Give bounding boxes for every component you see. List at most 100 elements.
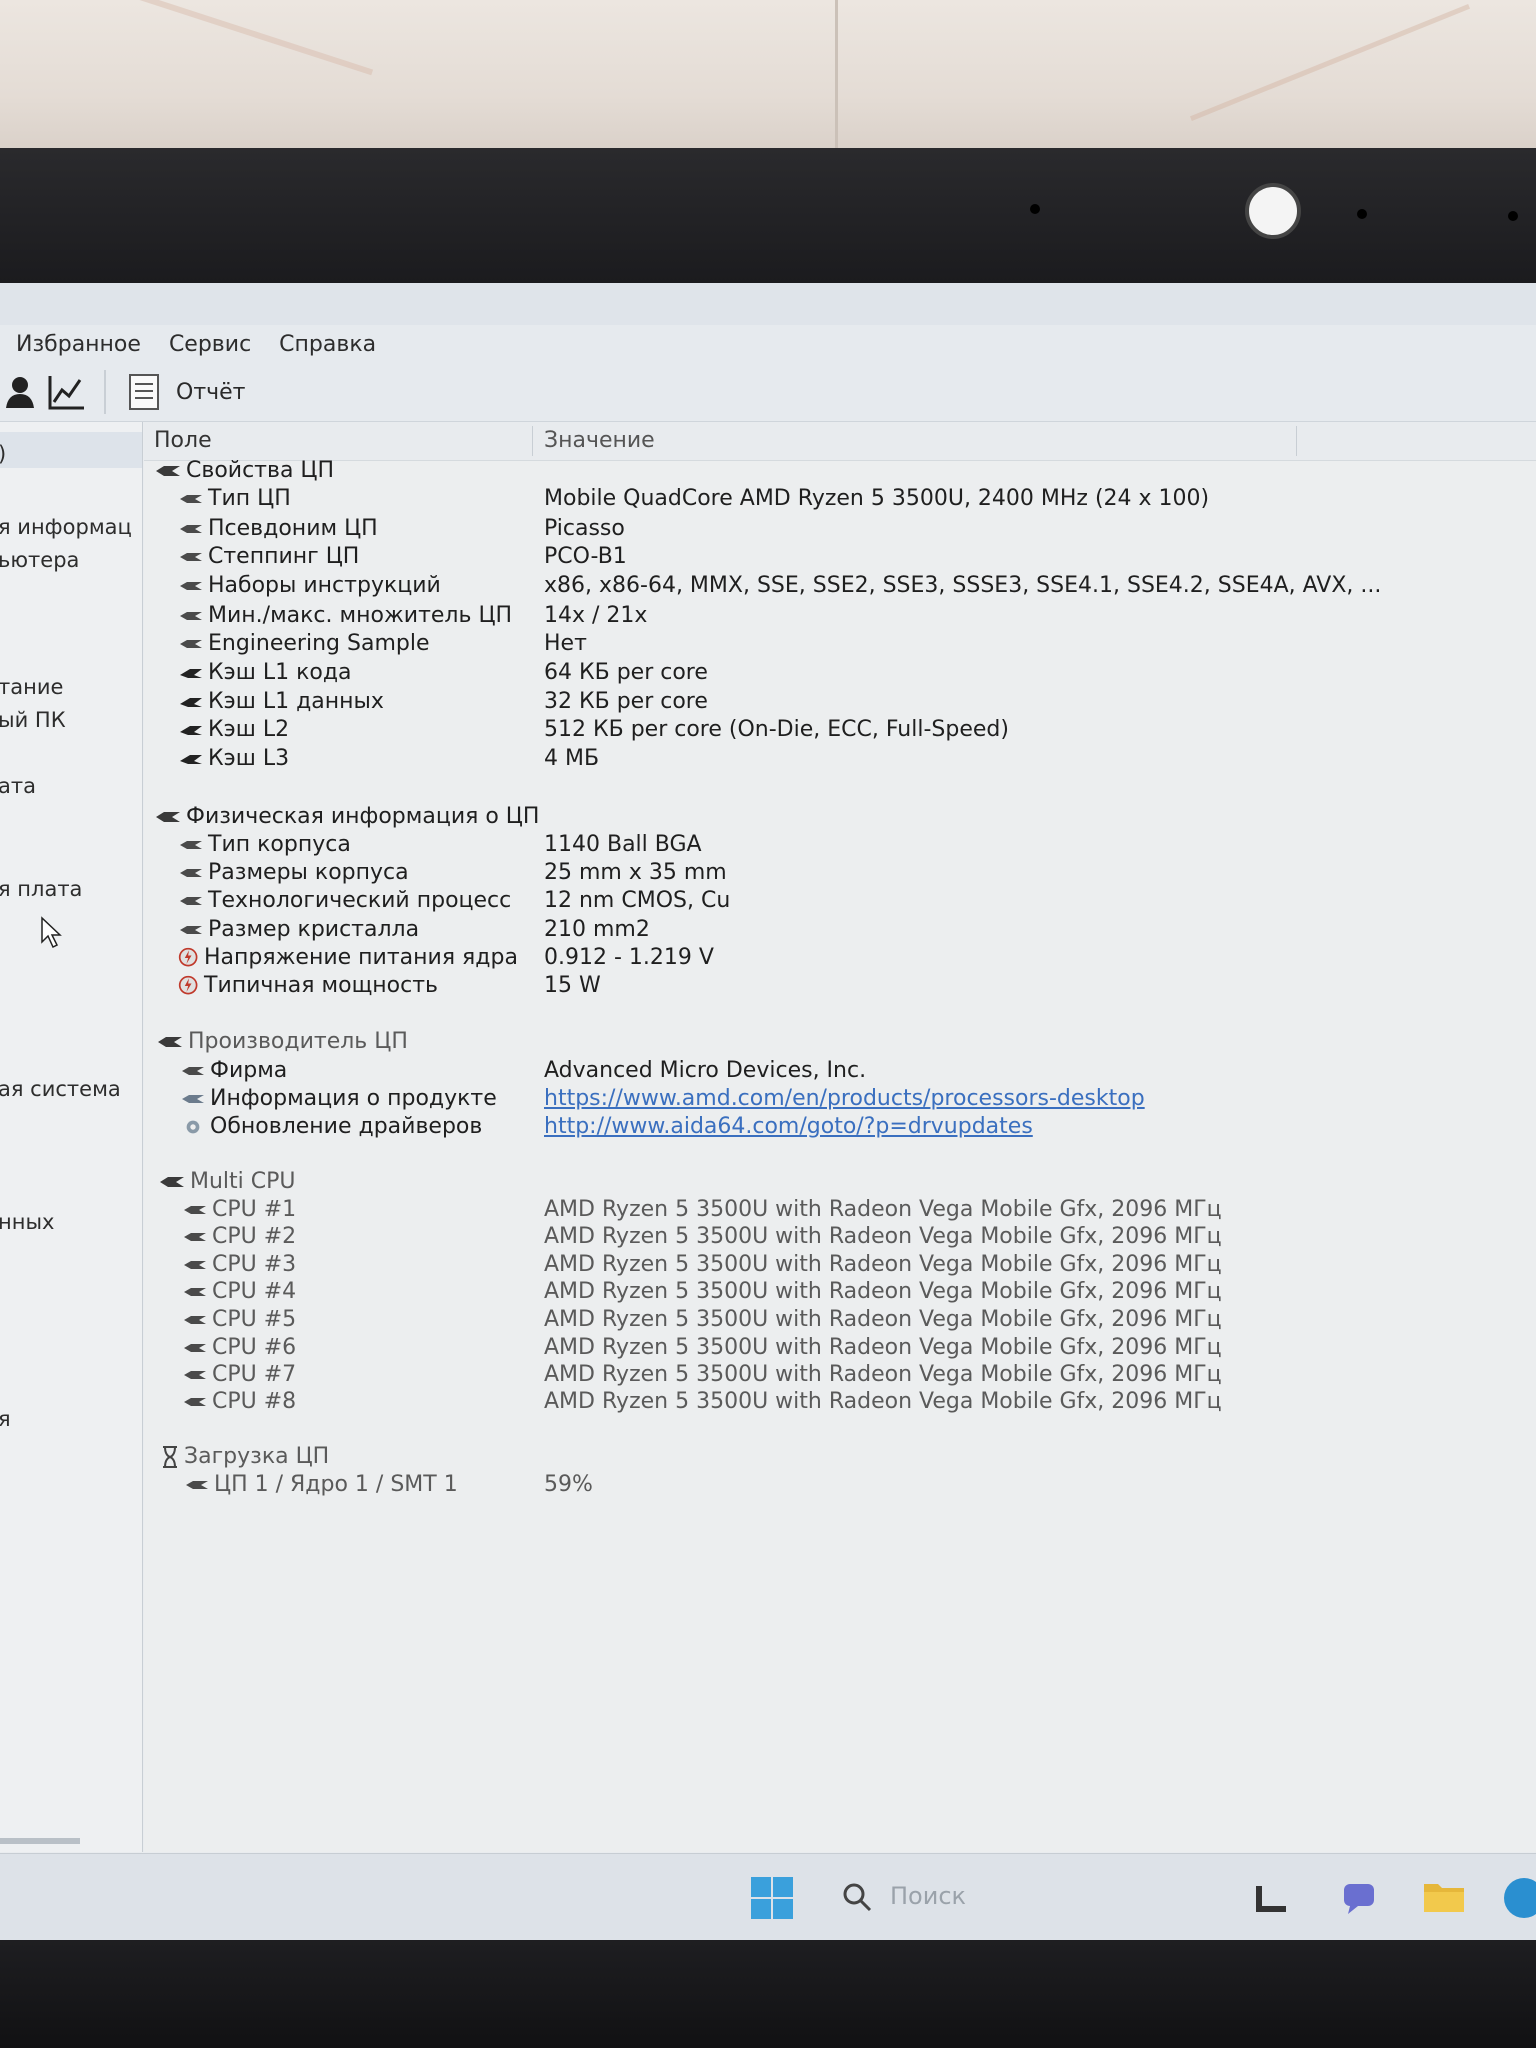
item-arrow-icon	[178, 923, 208, 937]
windows-start-icon[interactable]	[750, 1876, 794, 1920]
column-divider[interactable]	[1296, 426, 1297, 456]
row-field: Размеры корпуса	[178, 860, 409, 885]
row-field: Обновление драйверов	[180, 1114, 482, 1139]
sidebar-tree-item[interactable]: я информац	[0, 515, 132, 539]
item-arrow-icon	[182, 1368, 212, 1382]
marble-vein	[1189, 3, 1471, 122]
row-field: Типичная мощность	[178, 973, 438, 998]
benchmark-chart-icon[interactable]	[44, 370, 88, 414]
row-field-text: Размер кристалла	[208, 917, 420, 942]
sidebar-tree-item[interactable]: я	[0, 1407, 11, 1431]
row-value: 32 КБ per core	[544, 689, 708, 714]
row-field: Напряжение питания ядра	[178, 945, 518, 970]
cache-icon	[178, 695, 208, 709]
row-field-text: Наборы инструкций	[208, 573, 441, 598]
mouse-cursor-icon	[41, 916, 62, 949]
item-arrow-icon	[182, 1203, 212, 1217]
sidebar-scrollbar[interactable]	[0, 1838, 80, 1844]
row-field: Engineering Sample	[178, 631, 429, 656]
row-field-text: CPU #3	[212, 1252, 297, 1277]
row-value-link[interactable]: http://www.aida64.com/goto/?p=drvupdates	[544, 1114, 1033, 1139]
section-title: Физическая информация о ЦП	[154, 804, 539, 829]
table-row[interactable]: ЦП 1 / Ядро 1 / SMT 1 59%	[144, 1468, 1536, 1502]
row-field: Наборы инструкций	[178, 573, 441, 598]
section-title-text: Свойства ЦП	[186, 458, 335, 483]
table-row[interactable]: Обновление драйверов http://www.aida64.co…	[144, 1110, 1536, 1144]
row-value: AMD Ryzen 5 3500U with Radeon Vega Mobil…	[544, 1224, 1222, 1249]
task-view-icon[interactable]	[1254, 1884, 1288, 1914]
row-field-text: Технологический процесс	[208, 888, 512, 913]
row-value: 1140 Ball BGA	[544, 832, 702, 857]
sidebar-tree-item[interactable]: ьютера	[0, 548, 79, 572]
row-field: CPU #7	[182, 1362, 296, 1387]
row-value: AMD Ryzen 5 3500U with Radeon Vega Mobil…	[544, 1307, 1222, 1332]
sidebar-tree-item[interactable]: ая система	[0, 1077, 121, 1101]
item-arrow-icon	[182, 1341, 212, 1355]
row-value: 512 КБ per core (On-Die, ECC, Full-Speed…	[544, 717, 1009, 742]
row-value: AMD Ryzen 5 3500U with Radeon Vega Mobil…	[544, 1279, 1222, 1304]
row-value: 25 mm x 35 mm	[544, 860, 727, 885]
sidebar-tree-item[interactable]: ата	[0, 774, 36, 798]
report-icon[interactable]	[122, 370, 166, 414]
section-title-text: Загрузка ЦП	[184, 1444, 330, 1469]
user-icon[interactable]	[0, 370, 44, 414]
column-value-header[interactable]: Значение	[544, 428, 655, 453]
item-arrow-icon	[182, 1313, 212, 1327]
row-value: 210 mm2	[544, 917, 650, 942]
sidebar-tree-item[interactable]: ый ПК	[0, 708, 66, 732]
taskbar-search-input[interactable]: Поиск	[890, 1882, 966, 1910]
table-row[interactable]: CPU #8 AMD Ryzen 5 3500U with Radeon Vega…	[144, 1385, 1536, 1419]
item-arrow-icon	[180, 1064, 210, 1078]
item-arrow-icon	[178, 637, 208, 651]
row-value-link[interactable]: https://www.amd.com/en/products/processo…	[544, 1086, 1145, 1111]
item-arrow-icon	[178, 492, 208, 506]
row-field-text: CPU #5	[212, 1307, 297, 1332]
row-field: CPU #4	[182, 1279, 296, 1304]
row-field-text: Степпинг ЦП	[208, 544, 360, 569]
sidebar-tree-item[interactable]: нных	[0, 1210, 54, 1234]
row-value: AMD Ryzen 5 3500U with Radeon Vega Mobil…	[544, 1197, 1222, 1222]
row-field-text: Фирма	[210, 1058, 288, 1083]
sidebar-tree-item[interactable]: я плата	[0, 877, 82, 901]
item-arrow-icon	[182, 1285, 212, 1299]
file-explorer-icon[interactable]	[1422, 1878, 1466, 1914]
sidebar-tree-item[interactable]: )	[0, 442, 6, 466]
laptop-bezel-top	[0, 148, 1536, 283]
row-field: CPU #6	[182, 1335, 296, 1360]
row-field-text: Кэш L1 данных	[208, 689, 384, 714]
row-field: ЦП 1 / Ядро 1 / SMT 1	[184, 1472, 458, 1497]
row-field: Тип ЦП	[178, 486, 291, 511]
report-button[interactable]: Отчёт	[176, 380, 245, 405]
menu-favorites[interactable]: Избранное	[16, 332, 141, 357]
row-value: 12 nm CMOS, Cu	[544, 888, 731, 913]
row-field-text: Информация о продукте	[210, 1086, 497, 1111]
item-arrow-icon	[182, 1258, 212, 1272]
section-title: Свойства ЦП	[154, 458, 334, 483]
sidebar-tree-item[interactable]: тание	[0, 675, 63, 699]
column-field-header[interactable]: Поле	[154, 428, 212, 453]
row-value: AMD Ryzen 5 3500U with Radeon Vega Mobil…	[544, 1389, 1222, 1414]
menu-help[interactable]: Справка	[279, 332, 376, 357]
row-field: Тип корпуса	[178, 832, 351, 857]
item-arrow-icon	[178, 609, 208, 623]
table-row[interactable]: Типичная мощность 15 W	[144, 969, 1536, 1003]
row-field-text: Тип корпуса	[208, 832, 351, 857]
row-field: CPU #5	[182, 1307, 296, 1332]
table-row[interactable]: Тип ЦП Mobile QuadCore AMD Ryzen 5 3500U,…	[144, 482, 1536, 516]
table-row[interactable]: Наборы инструкций x86, x86-64, MMX, SSE, …	[144, 569, 1536, 603]
section-title: Загрузка ЦП	[160, 1444, 329, 1469]
row-field: Кэш L1 данных	[178, 689, 384, 714]
row-field: Информация о продукте	[180, 1086, 497, 1111]
row-value: x86, x86-64, MMX, SSE, SSE2, SSE3, SSSE3…	[544, 573, 1382, 598]
table-row[interactable]: Кэш L3 4 МБ	[144, 742, 1536, 776]
column-divider[interactable]	[532, 426, 533, 456]
update-icon	[180, 1117, 210, 1137]
row-value: AMD Ryzen 5 3500U with Radeon Vega Mobil…	[544, 1252, 1222, 1277]
row-field-text: Псевдоним ЦП	[208, 516, 378, 541]
menu-service[interactable]: Сервис	[169, 332, 251, 357]
search-icon[interactable]	[842, 1882, 872, 1912]
background-wall	[0, 0, 1536, 160]
teams-chat-icon[interactable]	[1340, 1880, 1380, 1916]
edge-browser-icon[interactable]	[1502, 1876, 1536, 1920]
row-field-text: CPU #2	[212, 1224, 297, 1249]
